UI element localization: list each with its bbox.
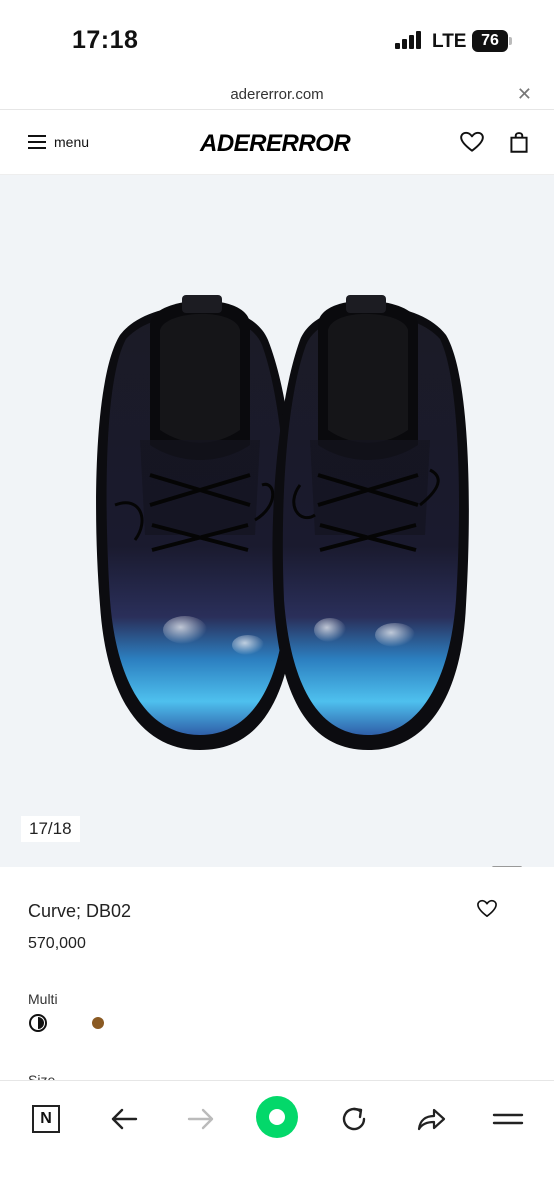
hamburger-menu-icon (492, 1113, 524, 1125)
home-dot-icon (269, 1109, 285, 1125)
battery-tip (509, 37, 512, 45)
close-icon[interactable]: ✕ (517, 84, 532, 105)
network-type: LTE (432, 31, 467, 52)
reload-icon (342, 1107, 366, 1131)
url-text[interactable]: adererror.com (0, 86, 554, 103)
more-menu-button[interactable] (488, 1099, 528, 1139)
menu-label: menu (54, 134, 90, 150)
browser-toolbar: N (0, 1080, 554, 1200)
hamburger-icon (28, 135, 46, 149)
url-bar[interactable]: adererror.com ✕ (0, 80, 554, 110)
color-label: Multi (28, 991, 58, 1007)
n-tab-button[interactable]: N (26, 1099, 66, 1139)
shopping-bag-icon[interactable] (506, 129, 532, 155)
product-price: 570,000 (28, 935, 86, 952)
color-swatch-brown[interactable] (92, 1017, 104, 1029)
product-image (96, 295, 469, 750)
image-counter: 17/18 (21, 816, 80, 842)
wishlist-heart-icon[interactable] (476, 898, 498, 918)
left-shoe (96, 295, 298, 750)
right-shoe (272, 295, 469, 750)
product-name: Curve; DB02 (28, 901, 132, 921)
share-button[interactable] (411, 1099, 451, 1139)
color-swatch-multi[interactable] (28, 1013, 48, 1033)
arrow-left-icon (111, 1108, 138, 1130)
product-gallery[interactable]: 17/18 (0, 175, 554, 867)
back-button[interactable] (104, 1099, 144, 1139)
menu-button[interactable]: menu (28, 131, 89, 153)
forward-button[interactable] (181, 1099, 221, 1139)
share-arrow-icon (417, 1108, 446, 1131)
reload-button[interactable] (334, 1099, 374, 1139)
product-info: Curve; DB02 570,000 Multi Size (0, 868, 554, 1088)
heart-icon[interactable] (459, 129, 485, 155)
gallery-scroll-indicator (492, 866, 522, 867)
status-time: 17:18 (72, 26, 139, 54)
n-icon: N (32, 1105, 60, 1133)
status-bar: 17:18 LTE 76 (0, 0, 554, 80)
signal-icon (395, 31, 425, 49)
site-header: menu ADERERROR (0, 111, 554, 175)
brand-logo[interactable]: ADERERROR (200, 130, 351, 158)
green-home-button[interactable] (256, 1096, 298, 1138)
arrow-right-icon (187, 1108, 214, 1130)
battery-icon: 76 (472, 30, 508, 52)
